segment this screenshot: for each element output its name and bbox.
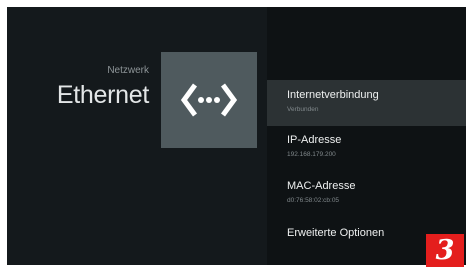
menu-item-ip-address[interactable]: IP-Adresse 192.168.179.200 (267, 125, 466, 171)
menu-item-value: Verbunden (287, 106, 319, 113)
breadcrumb: Netzwerk (107, 65, 149, 76)
ethernet-icon (181, 83, 237, 117)
tv-screen: Netzwerk Ethernet Internetverbindung Ver… (7, 7, 466, 265)
menu-item-label: IP-Adresse (287, 134, 342, 146)
menu-item-mac-address[interactable]: MAC-Adresse d0:76:58:02:cb:05 (267, 171, 466, 217)
page-title: Ethernet (56, 81, 149, 109)
settings-panel: Internetverbindung Verbunden IP-Adresse … (267, 7, 466, 265)
menu-item-label: MAC-Adresse (287, 180, 356, 192)
step-number-badge: 3 (426, 234, 464, 267)
menu-item-value: 192.168.179.200 (287, 151, 336, 158)
menu-item-label: Erweiterte Optionen (287, 227, 385, 239)
menu-item-internet-connection[interactable]: Internetverbindung Verbunden (267, 80, 466, 126)
menu-item-label: Internetverbindung (287, 89, 379, 101)
menu-item-value: d0:76:58:02:cb:05 (287, 197, 340, 204)
ethernet-icon-tile (161, 52, 257, 148)
